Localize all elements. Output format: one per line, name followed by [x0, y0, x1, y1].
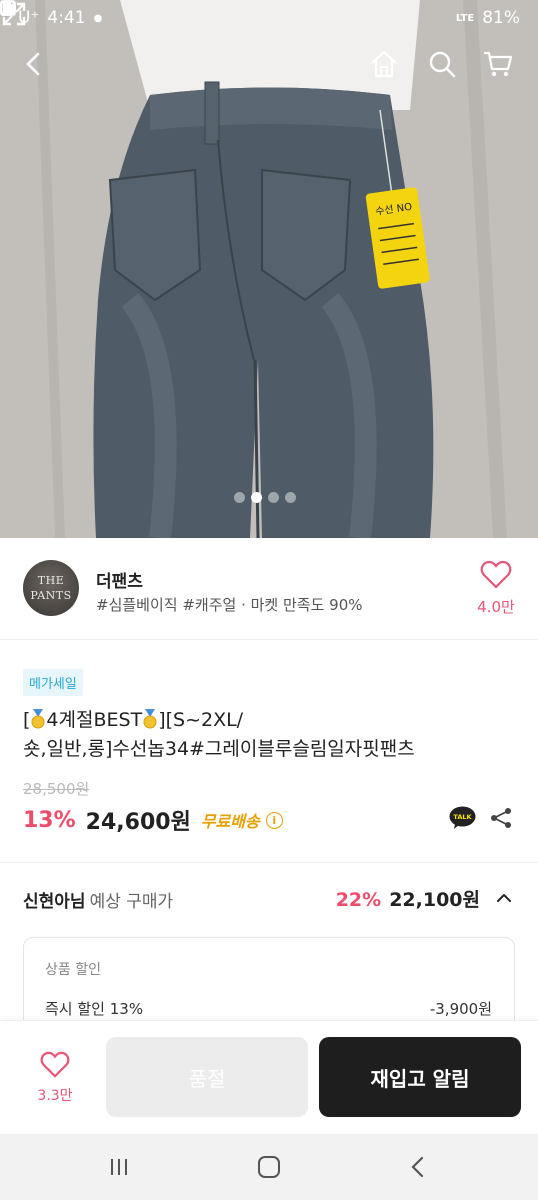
member-price-label: 신현아님 예상 구매가: [23, 887, 173, 912]
heart-icon: [40, 1051, 70, 1078]
sale-price: 24,600원: [85, 810, 191, 835]
member-price: 22% 22,100원: [336, 885, 480, 912]
price-row: 13% 24,600원 무료배송 i: [23, 804, 283, 836]
svg-text:TALK: TALK: [453, 813, 472, 821]
instant-discount-label: 즉시 할인 13%: [45, 1000, 144, 1018]
title-bracket-open: [: [23, 709, 31, 731]
chevron-up-icon[interactable]: [494, 888, 514, 908]
avatar-text-line1: THE: [37, 574, 65, 587]
like-count: 3.3만: [37, 1088, 73, 1104]
home-nav-icon[interactable]: [256, 1154, 282, 1180]
store-like-button[interactable]: 4.0만: [470, 560, 522, 617]
bottom-action-bar: 3.3만 품절 재입고 알림: [0, 1020, 538, 1132]
store-avatar[interactable]: THE PANTS: [23, 560, 79, 616]
restock-alert-button[interactable]: 재입고 알림: [319, 1037, 521, 1117]
carousel-dot[interactable]: [268, 492, 279, 503]
expected-price-label: 예상 구매가: [89, 892, 174, 912]
heart-icon: [480, 560, 512, 589]
sale-badge: 메가세일: [23, 669, 83, 696]
store-description: #심플베이직 #캐주얼 · 마켓 만족도 90%: [96, 596, 363, 614]
status-bar: U⁺ 4:41 ● LTE 81%: [0, 0, 538, 36]
divider: [0, 862, 538, 863]
back-icon[interactable]: [16, 46, 52, 82]
top-nav: [0, 40, 538, 90]
network-type-label: LTE: [455, 12, 475, 24]
status-time: 4:41: [47, 8, 86, 28]
original-price: 28,500원: [23, 780, 90, 798]
free-shipping-label: 무료배송: [200, 812, 260, 831]
title-line2: 숏,일반,롱]수선놉34#그레이블루슬림일자핏팬츠: [23, 738, 415, 760]
store-name[interactable]: 더팬츠: [96, 567, 143, 592]
recent-apps-icon[interactable]: [106, 1154, 132, 1180]
kakaotalk-icon[interactable]: TALK: [449, 806, 476, 830]
store-row[interactable]: THE PANTS 더팬츠 #심플베이직 #캐주얼 · 마켓 만족도 90% 4…: [0, 538, 538, 640]
product-title: [4계절BEST ][S~2XL/ 숏,일반,롱]수선놉34#그레이블루슬림일자핏…: [23, 706, 523, 764]
back-nav-icon[interactable]: [406, 1154, 432, 1180]
discount-rate: 13%: [23, 807, 76, 833]
expand-icon[interactable]: [0, 0, 28, 28]
discount-header: 상품 할인: [45, 962, 101, 978]
system-nav-bar: [0, 1134, 538, 1200]
instant-discount-amount: -3,900원: [429, 1000, 492, 1018]
member-name: 신현아님: [23, 892, 86, 912]
avatar-text-line2: PANTS: [30, 589, 72, 602]
share-icon[interactable]: [489, 806, 513, 830]
store-like-count: 4.0만: [477, 598, 515, 616]
title-size: ][S~2XL/: [158, 709, 244, 731]
search-icon[interactable]: [424, 46, 460, 82]
carousel-dot[interactable]: [234, 492, 245, 503]
carousel-dot[interactable]: [285, 492, 296, 503]
medal-icon: [31, 709, 45, 729]
like-button[interactable]: 3.3만: [22, 1051, 88, 1105]
medal-icon: [143, 709, 157, 729]
cart-icon[interactable]: [480, 46, 516, 82]
product-image-carousel[interactable]: 수선 NO U⁺ 4:41 ● LTE 81%: [0, 0, 538, 538]
soldout-button[interactable]: 품절: [106, 1037, 308, 1117]
member-discount: 22%: [335, 889, 382, 911]
notification-dot-icon: ●: [93, 12, 103, 24]
home-icon[interactable]: [366, 46, 402, 82]
title-best: 4계절BEST: [46, 709, 143, 731]
carousel-dot-active[interactable]: [251, 492, 262, 503]
battery-percent: 81%: [482, 8, 520, 28]
carousel-indicator: [234, 492, 296, 503]
info-icon[interactable]: i: [265, 811, 283, 829]
member-price-value: 22,100원: [389, 889, 480, 911]
